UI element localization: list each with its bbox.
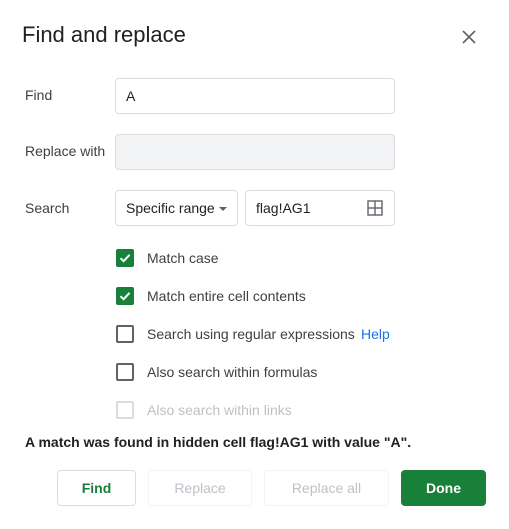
close-icon[interactable] [458,26,480,48]
option-search-links: Also search within links [116,401,416,421]
match-entire-cell-label: Match entire cell contents [147,288,306,304]
search-label: Search [25,200,70,216]
option-regex[interactable]: Search using regular expressions Help [116,325,416,345]
replace-button: Replace [148,470,252,506]
match-entire-cell-checkbox[interactable] [116,287,134,305]
grid-icon[interactable] [367,200,383,216]
match-case-label: Match case [147,250,219,266]
find-button[interactable]: Find [57,470,136,506]
dialog-title: Find and replace [22,22,186,47]
find-label: Find [25,87,53,103]
chevron-down-icon [219,207,227,211]
match-case-checkbox[interactable] [116,249,134,267]
option-match-entire-cell[interactable]: Match entire cell contents [116,287,416,307]
regex-label: Search using regular expressions [147,326,355,342]
search-scope-value: Specific range [126,200,215,216]
check-icon [119,254,131,263]
option-match-case[interactable]: Match case [116,249,416,269]
regex-help-link[interactable]: Help [361,326,390,342]
search-formulas-checkbox[interactable] [116,363,134,381]
search-formulas-label: Also search within formulas [147,364,318,380]
status-message: A match was found in hidden cell flag!AG… [25,434,412,450]
find-input[interactable]: A [115,78,395,114]
search-links-label: Also search within links [147,402,292,418]
search-links-checkbox [116,401,134,419]
done-button[interactable]: Done [401,470,486,506]
replace-all-button: Replace all [264,470,389,506]
replace-input[interactable] [115,134,395,170]
option-search-formulas[interactable]: Also search within formulas [116,363,416,383]
search-scope-select[interactable]: Specific range [115,190,238,226]
regex-checkbox[interactable] [116,325,134,343]
replace-label: Replace with [25,143,106,159]
check-icon [119,292,131,301]
